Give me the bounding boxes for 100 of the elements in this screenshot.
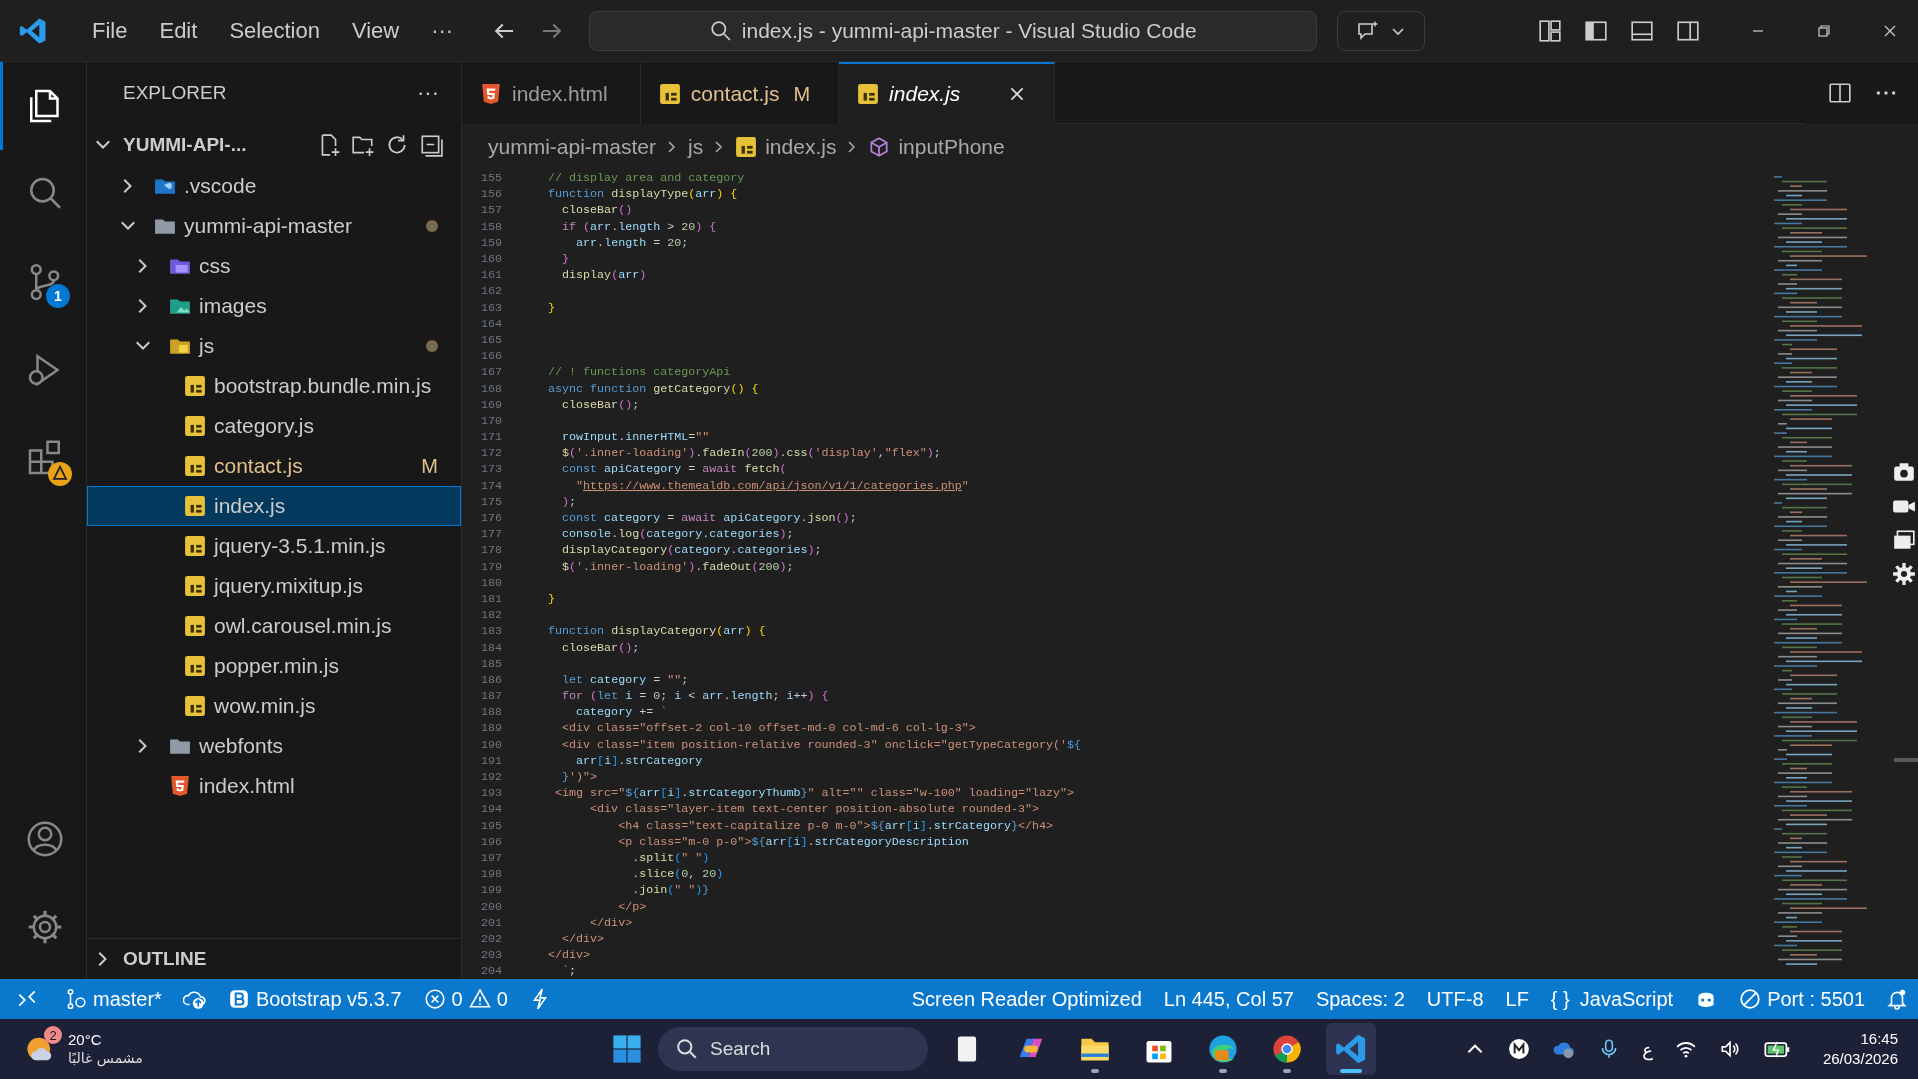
- problems-status[interactable]: 0 0: [412, 987, 519, 1011]
- language-mode[interactable]: { } JavaScript: [1539, 987, 1685, 1011]
- temperature: 20°C: [68, 1030, 103, 1049]
- menu-item[interactable]: Selection: [213, 17, 336, 44]
- sidebar-toggle-icon[interactable]: [1584, 18, 1608, 43]
- secondary-sidebar-icon[interactable]: [1676, 18, 1700, 43]
- more-menu[interactable]: ···: [415, 17, 470, 44]
- js-file-icon: [184, 615, 206, 637]
- cube-icon: [868, 136, 891, 158]
- input-language[interactable]: ع: [1642, 1038, 1653, 1060]
- code-line: let category = "";: [561, 672, 689, 687]
- breadcrumb-item[interactable]: js: [688, 135, 704, 159]
- code-line: </div>: [589, 915, 633, 930]
- status-item[interactable]: Screen Reader Optimized: [900, 987, 1153, 1011]
- breadcrumb-item[interactable]: yummi-api-master: [488, 135, 657, 159]
- line-number: 171: [479, 430, 502, 445]
- tree-item[interactable]: bootstrap.bundle.min.js: [87, 366, 461, 406]
- split-editor-icon[interactable]: [1828, 81, 1852, 105]
- code-line: $('.inner-loading').fadeOut(200);: [561, 559, 794, 574]
- camera-icon[interactable]: [1892, 460, 1916, 484]
- code-line: .split(" "): [631, 850, 710, 865]
- code-line: async function getCategory() {: [548, 381, 759, 396]
- layout-grid-icon[interactable]: [1538, 18, 1562, 43]
- js-file-icon: [184, 655, 206, 677]
- js-file-icon: [658, 83, 681, 105]
- js-file-icon: [184, 695, 206, 717]
- menu-item[interactable]: Edit: [143, 17, 214, 44]
- line-number: 157: [479, 203, 502, 218]
- volume-icon[interactable]: [1718, 1038, 1741, 1060]
- code-line: const category = await apiCategory.json();: [561, 511, 857, 526]
- window-icon[interactable]: [1892, 528, 1916, 552]
- breadcrumb-item[interactable]: index.js: [765, 135, 837, 159]
- tree-item[interactable]: .vscode: [87, 166, 461, 206]
- code-line: <div class="item position-relative rounded-3" onclick="getTypeCategory('${: [561, 737, 1082, 752]
- tree-item[interactable]: popper.min.js: [87, 646, 461, 686]
- menu-item[interactable]: File: [76, 17, 144, 44]
- branch-status[interactable]: master*: [54, 987, 173, 1011]
- tree-item[interactable]: wow.min.js: [87, 686, 461, 726]
- status-item[interactable]: LF: [1494, 987, 1540, 1011]
- breadcrumb-item[interactable]: inputPhone: [898, 135, 1005, 159]
- clock-time[interactable]: 16:45: [1860, 1029, 1898, 1049]
- line-number: 183: [479, 624, 502, 639]
- restore-icon[interactable]: [1816, 22, 1832, 39]
- settings-icon[interactable]: [1892, 562, 1916, 586]
- notification-bell-icon[interactable]: [1886, 988, 1908, 1010]
- line-number: 193: [479, 786, 502, 801]
- code-line: arr[i].strCategory: [575, 753, 703, 768]
- clock-date[interactable]: 26/03/2026: [1822, 1049, 1898, 1069]
- line-number: 180: [479, 575, 502, 590]
- line-number: 196: [479, 834, 502, 849]
- line-number: 167: [479, 365, 502, 380]
- code-line: displayCategory(category.categories);: [561, 543, 822, 558]
- line-number: 194: [479, 802, 502, 817]
- line-number: 182: [479, 608, 502, 623]
- scrollbar-thumb[interactable]: [1894, 758, 1918, 762]
- menu-item[interactable]: View: [335, 17, 416, 44]
- edge-app-icon[interactable]: [1206, 1032, 1240, 1066]
- live-server-port[interactable]: Port : 5501: [1728, 987, 1876, 1011]
- line-number: 204: [479, 964, 502, 979]
- tree-item[interactable]: index.html: [87, 766, 461, 806]
- more-actions[interactable]: ···: [417, 80, 439, 106]
- blocked-circle-icon: [1739, 988, 1762, 1010]
- tree-item[interactable]: contact.js M: [87, 446, 461, 486]
- workspace-title[interactable]: YUMMI-API-...: [123, 134, 247, 156]
- chrome-app-icon[interactable]: [1270, 1032, 1304, 1066]
- tree-item[interactable]: category.js: [87, 406, 461, 446]
- bootstrap-status[interactable]: Bootstrap v5.3.7: [216, 987, 413, 1011]
- tree-item[interactable]: jquery-3.5.1.min.js: [87, 526, 461, 566]
- status-item[interactable]: Ln 445, Col 57: [1152, 987, 1305, 1011]
- line-number: 162: [479, 284, 502, 299]
- tree-item[interactable]: images: [87, 286, 461, 326]
- panel-toggle-icon[interactable]: [1630, 18, 1654, 43]
- running-indicator: [1340, 1069, 1362, 1073]
- tree-item[interactable]: js: [87, 326, 461, 366]
- tree-item[interactable]: yummi-api-master: [87, 206, 461, 246]
- line-number: 173: [479, 462, 502, 477]
- search-icon: [676, 1038, 698, 1060]
- m-circle-icon[interactable]: [1508, 1038, 1531, 1060]
- command-center[interactable]: index.js - yummi-api-master - Visual Studio Code: [589, 10, 1318, 51]
- line-number: 197: [479, 850, 502, 865]
- error-icon: [423, 988, 446, 1010]
- code-line: // ! functions categoryApi: [548, 365, 731, 380]
- status-item[interactable]: Spaces: 2: [1304, 987, 1416, 1011]
- line-number: 165: [479, 332, 502, 347]
- scm-activity-button[interactable]: 1: [0, 238, 86, 326]
- outline-section[interactable]: OUTLINE: [123, 948, 207, 970]
- editor-tab[interactable]: index.js: [839, 62, 1056, 124]
- taskbar-search[interactable]: Search: [658, 1027, 928, 1071]
- tree-item[interactable]: css: [87, 246, 461, 286]
- tree-item[interactable]: webfonts: [87, 726, 461, 766]
- code-line: }: [561, 252, 570, 267]
- status-item[interactable]: UTF-8: [1415, 987, 1495, 1011]
- tree-item[interactable]: owl.carousel.min.js: [87, 606, 461, 646]
- windows-start-icon[interactable]: [610, 1032, 644, 1066]
- tree-item[interactable]: jquery.mixitup.js: [87, 566, 461, 606]
- line-number: 169: [479, 397, 502, 412]
- tree-item[interactable]: index.js: [87, 486, 461, 526]
- collapse-all-icon[interactable]: [419, 133, 443, 157]
- vscode-app-icon[interactable]: [1334, 1032, 1368, 1066]
- chat-button[interactable]: [1337, 10, 1426, 51]
